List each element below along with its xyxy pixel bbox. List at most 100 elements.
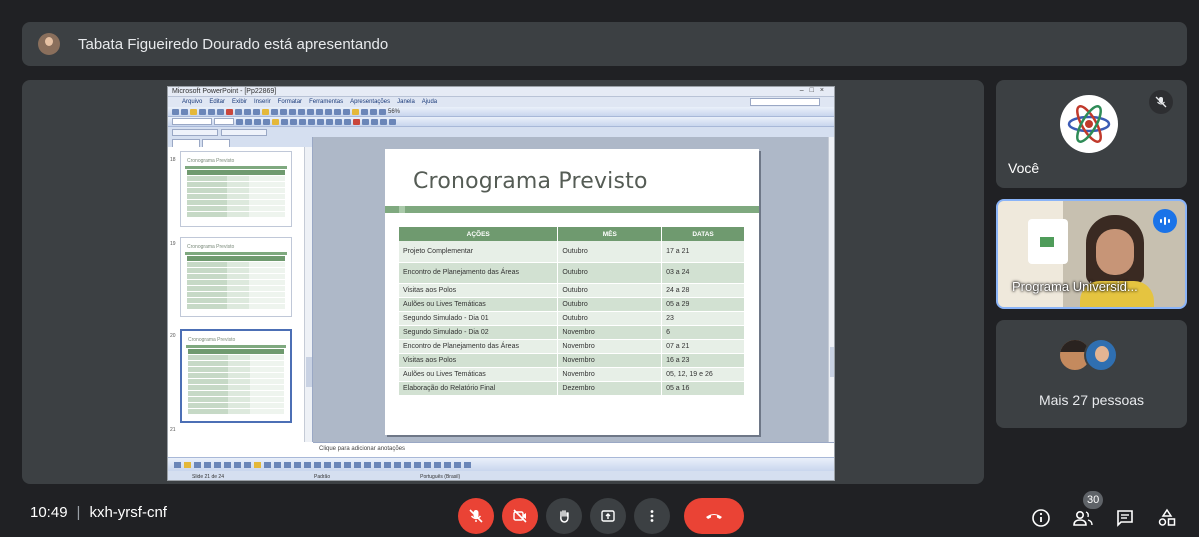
schedule-table: AÇÕES MÊS DATAS Projeto Complementar Out… xyxy=(399,227,745,396)
table-cell: 05 a 29 xyxy=(661,297,745,312)
table-row: Aulões ou Lives Temáticas Novembro 05, 1… xyxy=(399,367,745,382)
participant-tile-program[interactable]: Programa Universid... xyxy=(996,199,1187,309)
slide-title-bar xyxy=(385,206,759,213)
slide-thumbnail: Cronograma Previsto xyxy=(180,237,292,317)
status-slide: Slide 21 de 24 xyxy=(192,473,224,480)
chat-icon xyxy=(1117,510,1133,527)
shared-screen: Microsoft PowerPoint - [Pp22869] –□× Arq… xyxy=(167,86,835,481)
status-language: Português (Brasil) xyxy=(420,473,461,480)
presentation-tile[interactable]: Microsoft PowerPoint - [Pp22869] –□× Arq… xyxy=(22,80,984,484)
slide-thumbnail: Cronograma Previsto xyxy=(180,151,292,227)
table-row: Aulões ou Lives Temáticas Outubro 05 a 2… xyxy=(399,297,745,312)
table-row: Visitas aos Polos Outubro 24 a 28 xyxy=(399,283,745,298)
slide-number: 19 xyxy=(170,241,176,247)
ppt-title-bar: Microsoft PowerPoint - [Pp22869] –□× xyxy=(168,87,834,97)
end-call-icon xyxy=(706,514,722,519)
table-cell: 24 a 28 xyxy=(661,283,745,298)
raise-hand-icon xyxy=(560,510,569,523)
table-row: Visitas aos Polos Novembro 16 a 23 xyxy=(399,353,745,368)
meeting-details-button[interactable] xyxy=(1029,506,1053,530)
atom-logo-avatar xyxy=(1060,95,1118,153)
table-cell: 23 xyxy=(661,311,745,326)
more-people-label: Mais 27 pessoas xyxy=(1038,392,1145,408)
ppt-menu-item: Inserir xyxy=(254,99,271,105)
thumbnails-scrollbar xyxy=(304,147,312,442)
slide-number: 21 xyxy=(170,427,176,433)
ppt-tabs-row xyxy=(168,127,834,137)
presenter-banner: Tabata Figueiredo Dourado está apresenta… xyxy=(22,22,1187,66)
ppt-drawing-toolbar xyxy=(168,457,834,471)
table-row: Segundo Simulado - Dia 02 Novembro 6 xyxy=(399,325,745,340)
present-screen-button[interactable] xyxy=(590,498,626,534)
ppt-menu-item: Ferramentas xyxy=(309,99,344,105)
table-cell: Projeto Complementar xyxy=(399,241,559,263)
table-cell: Dezembro xyxy=(557,381,663,396)
notes-pane: Clique para adicionar anotações xyxy=(313,442,834,456)
table-cell: Novembro xyxy=(557,367,663,382)
activities-icon xyxy=(1158,508,1176,526)
table-cell: Outubro xyxy=(557,262,663,284)
participant-video xyxy=(1080,215,1154,307)
activities-button[interactable] xyxy=(1155,506,1179,530)
slide-number: 20 xyxy=(170,333,176,339)
people-button[interactable] xyxy=(1071,506,1095,530)
table-row: Encontro de Planejamento das Áreas Outub… xyxy=(399,262,745,284)
self-name: Você xyxy=(1008,160,1040,176)
ppt-menu-item: Exibir xyxy=(232,99,248,105)
table-cell: 6 xyxy=(661,325,745,340)
table-cell: Encontro de Planejamento das Áreas xyxy=(399,339,559,354)
chat-button[interactable] xyxy=(1113,506,1137,530)
table-cell: Segundo Simulado - Dia 02 xyxy=(399,325,559,340)
background-poster xyxy=(1028,219,1068,264)
clock-time: 10:49 xyxy=(30,504,68,521)
camera-off-icon xyxy=(513,509,527,523)
participant-count-badge: 30 xyxy=(1083,491,1104,509)
more-people-tile[interactable]: Mais 27 pessoas xyxy=(996,320,1187,428)
table-cell: Encontro de Planejamento das Áreas xyxy=(399,262,559,284)
meeting-info: 10:49 | kxh-yrsf-cnf xyxy=(30,504,167,521)
slide-title: Cronograma Previsto xyxy=(413,169,648,194)
window-controls-icon: –□× xyxy=(799,87,830,94)
separator: | xyxy=(76,504,81,521)
meet-screen: Tabata Figueiredo Dourado está apresenta… xyxy=(0,0,1199,537)
table-cell: 05, 12, 19 e 26 xyxy=(661,367,745,382)
info-icon xyxy=(1032,509,1050,527)
bottom-toolbar: 10:49 | kxh-yrsf-cnf 30 xyxy=(0,491,1199,537)
table-cell: Aulões ou Lives Temáticas xyxy=(399,297,559,312)
presenter-text: Tabata Figueiredo Dourado está apresenta… xyxy=(78,35,389,53)
ppt-body: 18 Cronograma Previsto 19 Cronograma Pre… xyxy=(168,137,834,442)
end-call-button[interactable] xyxy=(684,498,744,534)
more-options-button[interactable] xyxy=(634,498,670,534)
ppt-zoom: 56% xyxy=(388,108,401,115)
table-cell: 05 a 16 xyxy=(661,381,745,396)
table-cell: Novembro xyxy=(557,353,663,368)
camera-toggle-button[interactable] xyxy=(502,498,538,534)
canvas-scrollbar xyxy=(828,137,834,442)
raise-hand-button[interactable] xyxy=(546,498,582,534)
avatar xyxy=(1084,338,1118,372)
table-cell: Visitas aos Polos xyxy=(399,353,559,368)
self-tile[interactable]: Você xyxy=(996,80,1187,188)
mic-off-icon xyxy=(469,509,483,523)
table-cell: Visitas aos Polos xyxy=(399,283,559,298)
table-cell: Segundo Simulado - Dia 01 xyxy=(399,311,559,326)
more-options-icon xyxy=(650,510,654,522)
ppt-status-bar: Slide 21 de 24 Padrão Português (Brasil) xyxy=(168,471,834,480)
presenter-avatar xyxy=(38,33,60,55)
table-cell: 07 a 21 xyxy=(661,339,745,354)
slide-thumbnail-selected: Cronograma Previsto xyxy=(180,329,292,423)
table-cell: Novembro xyxy=(557,339,663,354)
table-cell: Outubro xyxy=(557,241,663,263)
meeting-code: kxh-yrsf-cnf xyxy=(89,504,167,521)
table-row: Elaboração do Relatório Final Dezembro 0… xyxy=(399,381,745,396)
ppt-menu-bar: Arquivo Editar Exibir Inserir Formatar F… xyxy=(168,97,834,107)
thumbnail-title: Cronograma Previsto xyxy=(187,158,235,164)
table-cell: Aulões ou Lives Temáticas xyxy=(399,367,559,382)
ppt-help-box xyxy=(750,98,820,106)
mic-toggle-button[interactable] xyxy=(458,498,494,534)
table-cell: 17 a 21 xyxy=(661,241,745,263)
present-screen-icon xyxy=(601,510,615,522)
slide-number: 18 xyxy=(170,157,176,163)
table-row: Encontro de Planejamento das Áreas Novem… xyxy=(399,339,745,354)
table-cell: Novembro xyxy=(557,325,663,340)
